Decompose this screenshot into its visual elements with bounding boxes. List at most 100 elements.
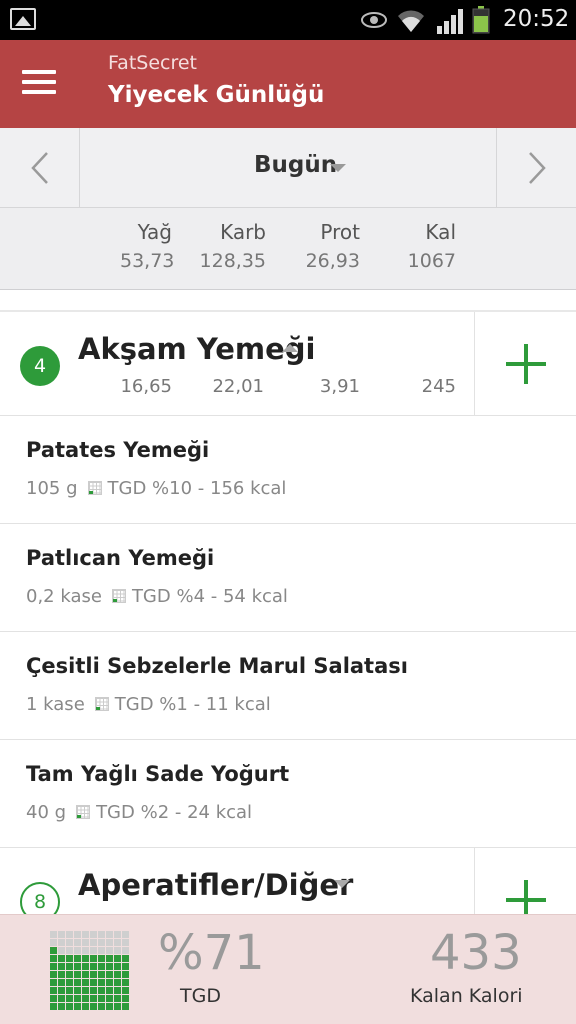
rdi-grid-cell: [82, 987, 89, 994]
rdi-grid-cell: [90, 955, 97, 962]
meal-title[interactable]: Aperatifler/Diğer: [78, 868, 353, 902]
rdi-grid-cell: [58, 963, 65, 970]
rdi-grid-cell: [90, 1003, 97, 1010]
date-selector[interactable]: Bugün: [254, 152, 337, 178]
rdi-grid-cell: [82, 939, 89, 946]
summary-label: Yağ: [137, 220, 172, 244]
food-detail: 0,2 kase TGD %4 - 54 kcal: [26, 586, 288, 607]
food-detail: 105 g TGD %10 - 156 kcal: [26, 478, 286, 499]
food-name: Tam Yağlı Sade Yoğurt: [26, 762, 290, 786]
rdi-grid-cell: [50, 1003, 57, 1010]
rdi-grid-cell: [74, 939, 81, 946]
rdi-grid-cell: [114, 947, 121, 954]
summary-fat: Yağ 53,73: [120, 220, 174, 272]
food-amount: 0,2 kase: [26, 586, 102, 607]
caret-down-icon[interactable]: [330, 164, 346, 172]
food-item[interactable]: Patlıcan Yemeği 0,2 kase TGD %4 - 54 kcal: [0, 524, 576, 632]
rdi-grid-cell: [74, 1003, 81, 1010]
rdi-grid-cell: [66, 971, 73, 978]
rdi-grid-cell: [114, 971, 121, 978]
food-rdi: TGD %1 - 11 kcal: [114, 694, 271, 715]
date-navigator: Bugün: [0, 128, 576, 208]
rdi-grid-cell: [98, 971, 105, 978]
rdi-grid-cell: [58, 955, 65, 962]
eye-icon: [360, 10, 388, 30]
rdi-grid-cell: [74, 979, 81, 986]
summary-value: 26,93: [305, 250, 360, 272]
rdi-grid-cell: [98, 1003, 105, 1010]
summary-label: Karb: [220, 220, 266, 244]
remaining-calories-label: Kalan Kalori: [410, 985, 523, 1007]
chevron-right-icon: [528, 152, 546, 184]
rdi-grid-cell: [74, 955, 81, 962]
daily-summary-bar[interactable]: %71 TGD 433 Kalan Kalori: [0, 914, 576, 1024]
rdi-grid-cell: [122, 931, 129, 938]
add-food-button[interactable]: [474, 848, 576, 914]
app-name: FatSecret: [108, 52, 198, 74]
meal-header[interactable]: 8 Aperatifler/Diğer: [0, 848, 576, 914]
chevron-left-icon: [30, 152, 48, 184]
rdi-grid-cell: [90, 987, 97, 994]
rdi-grid-cell: [74, 947, 81, 954]
previous-day-button[interactable]: [0, 128, 80, 208]
summary-label: Kal: [425, 220, 456, 244]
rdi-grid-cell: [114, 963, 121, 970]
rdi-grid-cell: [50, 931, 57, 938]
food-diary-list[interactable]: 4 Akşam Yemeği 16,65 22,01 3,91 245 Pata…: [0, 290, 576, 914]
add-food-button[interactable]: [474, 312, 576, 416]
rdi-grid-cell: [122, 1003, 129, 1010]
rdi-grid-cell: [74, 963, 81, 970]
image-icon: [10, 8, 36, 30]
rdi-grid-cell: [114, 987, 121, 994]
food-detail: 1 kase TGD %1 - 11 kcal: [26, 694, 271, 715]
rdi-grid-cell: [66, 995, 73, 1002]
rdi-grid-cell: [114, 939, 121, 946]
rdi-grid-cell: [58, 995, 65, 1002]
page-title: Yiyecek Günlüğü: [108, 82, 325, 108]
meal-number-badge: 8: [20, 882, 60, 914]
caret-up-icon[interactable]: [282, 344, 298, 352]
rdi-grid-cell: [98, 931, 105, 938]
meal-total-carb: 22,01: [212, 376, 264, 397]
rdi-grid-cell: [58, 979, 65, 986]
rdi-grid-cell: [50, 995, 57, 1002]
menu-icon[interactable]: [22, 70, 56, 98]
meal-title[interactable]: Akşam Yemeği: [78, 332, 315, 366]
meal-total-calories: 245: [421, 376, 456, 397]
rdi-grid-cell: [90, 971, 97, 978]
rdi-grid-cell: [50, 987, 57, 994]
rdi-grid-cell: [58, 971, 65, 978]
food-name: Patlıcan Yemeği: [26, 546, 215, 570]
food-item[interactable]: Patates Yemeği 105 g TGD %10 - 156 kcal: [0, 416, 576, 524]
caret-down-icon[interactable]: [334, 880, 350, 888]
rdi-grid-cell: [90, 931, 97, 938]
rdi-grid-cell: [106, 987, 113, 994]
rdi-grid-icon: [111, 589, 126, 603]
rdi-grid-cell: [106, 931, 113, 938]
rdi-grid-cell: [66, 979, 73, 986]
food-name: Çesitli Sebzelerle Marul Salatası: [26, 654, 408, 678]
food-detail: 40 g TGD %2 - 24 kcal: [26, 802, 252, 823]
food-item[interactable]: Çesitli Sebzelerle Marul Salatası 1 kase…: [0, 632, 576, 740]
food-item[interactable]: Tam Yağlı Sade Yoğurt 40 g TGD %2 - 24 kc…: [0, 740, 576, 848]
rdi-grid-cell: [58, 939, 65, 946]
rdi-grid-cell: [106, 979, 113, 986]
rdi-grid-cell: [122, 963, 129, 970]
rdi-grid-cell: [114, 1003, 121, 1010]
rdi-grid-cell: [50, 963, 57, 970]
rdi-grid-cell: [58, 931, 65, 938]
rdi-grid-cell: [66, 963, 73, 970]
summary-value: 1067: [407, 250, 456, 272]
summary-carb: Karb 128,35: [196, 220, 266, 272]
rdi-grid-cell: [98, 955, 105, 962]
rdi-grid-cell: [98, 939, 105, 946]
meal-header[interactable]: 4 Akşam Yemeği 16,65 22,01 3,91 245: [0, 312, 576, 416]
nutrition-summary: Yağ 53,73 Karb 128,35 Prot 26,93 Kal 106…: [0, 208, 576, 290]
rdi-grid-cell: [90, 939, 97, 946]
rdi-grid-cell: [50, 939, 57, 946]
rdi-grid-cell: [66, 939, 73, 946]
summary-calories: Kal 1067: [400, 220, 456, 272]
rdi-grid-cell: [106, 995, 113, 1002]
next-day-button[interactable]: [496, 128, 576, 208]
rdi-grid-cell: [114, 995, 121, 1002]
